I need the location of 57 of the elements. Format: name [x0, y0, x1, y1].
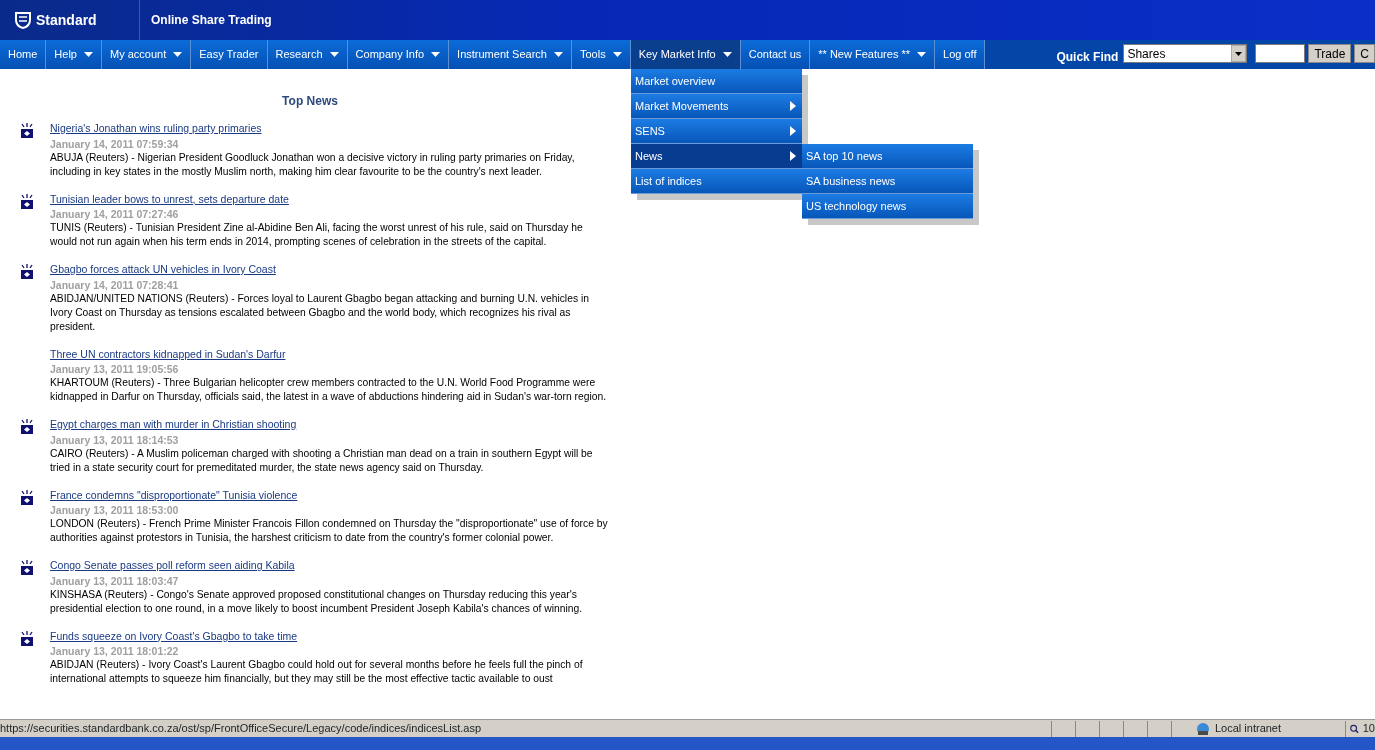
site-title: Online Share Trading [150, 12, 272, 29]
news-headline-link[interactable]: Egypt charges man with murder in Christian shooting [50, 416, 297, 433]
trade-button[interactable]: Trade [1308, 44, 1352, 63]
news-summary: ABIDJAN/UNITED NATIONS (Reuters) - Forces loyal to Laurent Gbagbo began attacking and burning U.N. vehicles in Ivory Coast on Thursday as tensions escalated between Gbagbo and the world body, which recognizes his rival as president. [50, 291, 590, 334]
submenu-item[interactable]: SA business news [802, 169, 973, 194]
nav-menu-item[interactable]: Help [46, 40, 102, 69]
news-headline-link[interactable]: France condemns "disproportionate" Tunisia violence [50, 486, 298, 503]
news-summary: KHARTOUM (Reuters) - Three Bulgarian helicopter crew members contracted to the U.N. World Food Programme were kidnapped in Darfur on Thursday, officials said, the latest in a wave of abductions hindering aid in Sudan's war-torn region. [50, 376, 608, 404]
news-heading: Top News [281, 93, 339, 110]
news-headline-link[interactable]: Funds squeeze on Ivory Coast's Gbagbo to take time [50, 627, 298, 644]
news-headline-link[interactable]: Tunisian leader bows to unrest, sets departure date [50, 190, 289, 207]
submenu-item[interactable]: SA top 10 news [802, 144, 973, 169]
nav-menu-item[interactable]: Easy Trader [191, 40, 268, 69]
news-date: January 13, 2011 18:14:53 [50, 432, 180, 447]
news-date: January 14, 2011 07:28:41 [50, 277, 180, 292]
quick-find-label: Quick Find [1056, 49, 1119, 66]
news-date: January 14, 2011 07:27:46 [50, 207, 180, 221]
nav-menu-item[interactable]: Key Market Info [630, 40, 741, 69]
dropdown-menu-item[interactable]: News [631, 144, 802, 169]
nav-menu-item[interactable]: Home [0, 40, 47, 69]
news-summary: ABUJA (Reuters) - Nigerian President Goodluck Jonathan won a decisive victory in ruling party primaries on Friday, including in key states in the mostly Muslim north, making him clear favourite to be the country's next leader. [50, 150, 576, 179]
news-headline-link[interactable]: Nigeria's Jonathan wins ruling party primaries [50, 120, 262, 137]
submenu-item[interactable]: US technology news [802, 194, 973, 219]
news-date: January 14, 2011 07:59:34 [50, 136, 180, 151]
dropdown-arrow-icon [1231, 45, 1247, 62]
dropdown-menu-item[interactable]: SENS [631, 119, 802, 144]
nav-menu-item[interactable]: Research [267, 40, 348, 69]
news-summary: CAIRO (Reuters) - A Muslim policeman charged with shooting a Christian man dead on a train in southern Egypt will be tried in a state security court for premeditated murder, the state news agency said on Thursday. [50, 446, 594, 475]
news-summary: TUNIS (Reuters) - Tunisian President Zine al-Abidine Ben Ali, facing the worst unrest of his rule, said on Thursday he would not run again when his term ends in 2014, prompting scenes of celebration in the streets of the capital. [50, 221, 584, 249]
news-summary: ABIDJAN (Reuters) - Ivory Coast's Laurent Gbagbo could hold out for several months before he feels full the pinch of international attempts to squeeze him financially, but they may still be the most effective tactic available to oust [50, 658, 584, 686]
news-date: January 13, 2011 19:05:56 [50, 362, 180, 376]
dropdown-menu-item[interactable]: Market overview [631, 69, 802, 94]
quick-find-input[interactable] [1255, 44, 1306, 63]
nav-menu-item[interactable]: Contact us [740, 40, 811, 69]
shield-logo-icon [14, 11, 32, 29]
brand-name: Standard [36, 10, 97, 30]
nav-menu-item[interactable]: Tools [571, 40, 631, 69]
nav-menu-item[interactable]: Instrument Search [449, 40, 572, 69]
news-date: January 13, 2011 18:03:47 [50, 573, 180, 588]
nav-menu-item[interactable]: My account [101, 40, 192, 69]
dropdown-menu-item[interactable]: Market Movements [631, 94, 802, 119]
status-url: https://securities.standardbank.co.za/ost/sp/FrontOfficeSecure/Legacy/code/indices/indicesList.asp [0, 721, 482, 737]
nav-menu-item[interactable]: ** New Features ** [810, 40, 935, 69]
trade-button[interactable]: C [1354, 44, 1375, 63]
news-headline-link[interactable]: Gbagbo forces attack UN vehicles in Ivory Coast [50, 261, 276, 278]
zone-indicator: Local intranet [1195, 720, 1345, 737]
news-summary: LONDON (Reuters) - French Prime Minister Francois Fillon condemned on Thursday the "disproportionate" use of force by authorities against protestors in Tunisia, the harshest criticism to date from the country's former colonial power. [50, 517, 609, 545]
news-headline-link[interactable]: Three UN contractors kidnapped in Sudan's Darfur [50, 345, 286, 362]
news-date: January 13, 2011 18:53:00 [50, 503, 180, 517]
quick-find-select[interactable]: Shares [1123, 44, 1248, 63]
nav-menu-item[interactable]: Log off [935, 40, 986, 69]
news-headline-link[interactable]: Congo Senate passes poll reform seen aiding Kabila [50, 557, 295, 574]
news-summary: KINSHASA (Reuters) - Congo's Senate approved proposed constitutional changes on Thursday reducing this year's presidential election to one round, in a move likely to boost incumbent President Joseph Kabila's chances of winning. [50, 587, 583, 616]
news-date: January 13, 2011 18:01:22 [50, 644, 180, 658]
dropdown-menu-item[interactable]: List of indices [631, 169, 802, 194]
zoom-indicator: 10 [1345, 720, 1375, 737]
nav-menu-item[interactable]: Company Info [347, 40, 450, 69]
